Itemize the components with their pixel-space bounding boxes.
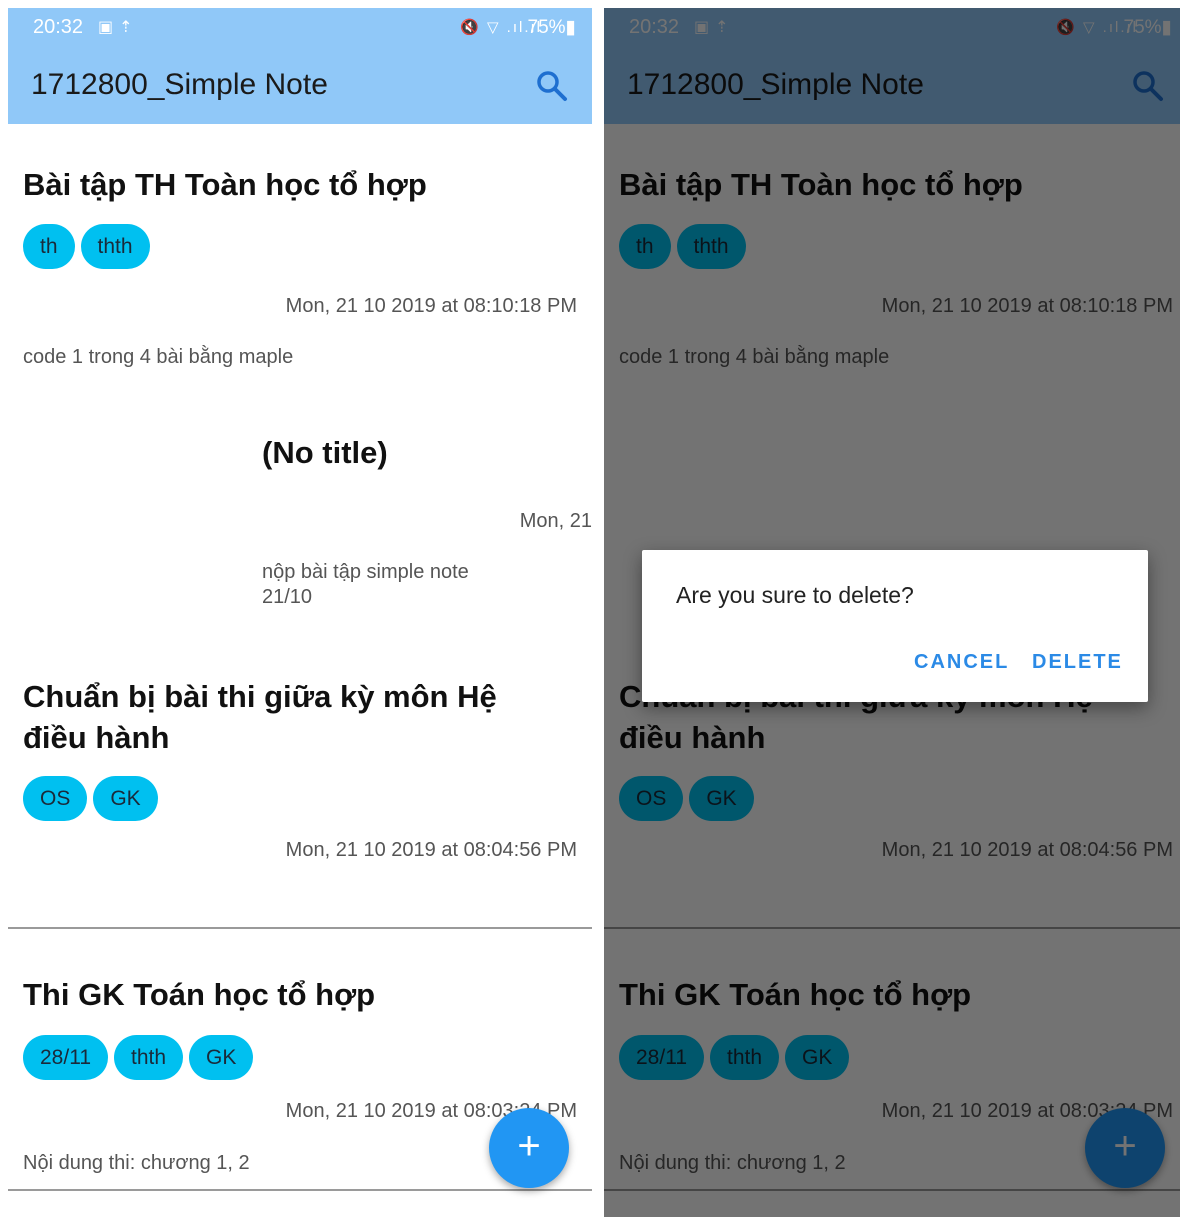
tag-chip[interactable]: GK bbox=[189, 1035, 254, 1080]
note-title: Bài tập TH Toàn học tổ hợp bbox=[23, 167, 427, 202]
note-body: Nội dung thi: chương 1, 2 bbox=[23, 1152, 250, 1174]
delete-button[interactable]: DELETE bbox=[1032, 651, 1123, 674]
note-title: (No title) bbox=[262, 435, 388, 470]
app-bar: 1712800_Simple Note bbox=[8, 48, 592, 124]
note-card[interactable]: Chuẩn bị bài thi giữa kỳ môn Hệ điều hàn… bbox=[8, 642, 592, 932]
note-tags: OS GK bbox=[23, 776, 164, 821]
note-list-screen-dialog: 20:32 ▣⇡ 🔇 ▽ .ıl.ıl 75%▮ 1712800_Simple … bbox=[604, 8, 1180, 1217]
tag-chip[interactable]: th bbox=[23, 224, 75, 269]
note-title: Thi GK Toán học tổ hợp bbox=[23, 977, 376, 1012]
upload-icon: ⇡ bbox=[119, 19, 139, 36]
tag-chip[interactable]: OS bbox=[23, 776, 88, 821]
notification-icons: ▣⇡ bbox=[98, 17, 139, 37]
plus-icon: + bbox=[517, 1124, 541, 1168]
divider bbox=[8, 1189, 592, 1191]
delete-confirm-dialog: Are you sure to delete? CANCEL DELETE bbox=[642, 550, 1148, 702]
note-card[interactable]: Bài tập TH Toàn học tổ hợp th thth Mon, … bbox=[8, 124, 592, 384]
image-icon: ▣ bbox=[98, 19, 120, 36]
add-note-button[interactable]: + bbox=[489, 1108, 569, 1188]
search-icon bbox=[537, 71, 567, 101]
note-body: code 1 trong 4 bài bằng maple bbox=[23, 346, 294, 368]
search-button[interactable] bbox=[534, 68, 570, 104]
note-date: Mon, 21 10 2019 at 08:04:56 PM bbox=[285, 839, 577, 861]
note-title: Chuẩn bị bài thi giữa kỳ môn Hệ điều hàn… bbox=[23, 679, 497, 755]
note-tags: th thth bbox=[23, 224, 156, 269]
status-bar: 20:32 ▣⇡ 🔇 ▽ .ıl.ıl 75%▮ bbox=[8, 8, 592, 48]
note-list-screen: 20:32 ▣⇡ 🔇 ▽ .ıl.ıl 75%▮ 1712800_Simple … bbox=[8, 8, 592, 1217]
tag-chip[interactable]: thth bbox=[80, 224, 150, 269]
cancel-button[interactable]: CANCEL bbox=[914, 651, 1009, 674]
app-title: 1712800_Simple Note bbox=[31, 68, 328, 101]
tag-chip[interactable]: thth bbox=[114, 1035, 184, 1080]
note-date: Mon, 21 bbox=[519, 510, 592, 532]
battery-level: 75%▮ bbox=[527, 17, 577, 38]
note-date: Mon, 21 10 2019 at 08:10:18 PM bbox=[285, 295, 577, 317]
note-tags: 28/11 thth GK bbox=[23, 1035, 259, 1080]
dialog-message: Are you sure to delete? bbox=[676, 582, 914, 608]
tag-chip[interactable]: GK bbox=[93, 776, 158, 821]
note-body: nộp bài tập simple note 21/10 bbox=[262, 561, 469, 608]
tag-chip[interactable]: 28/11 bbox=[23, 1035, 108, 1080]
divider bbox=[8, 927, 592, 929]
note-card[interactable]: (No title) Mon, 21 nộp bài tập simple no… bbox=[8, 392, 592, 622]
status-time: 20:32 bbox=[33, 16, 84, 38]
